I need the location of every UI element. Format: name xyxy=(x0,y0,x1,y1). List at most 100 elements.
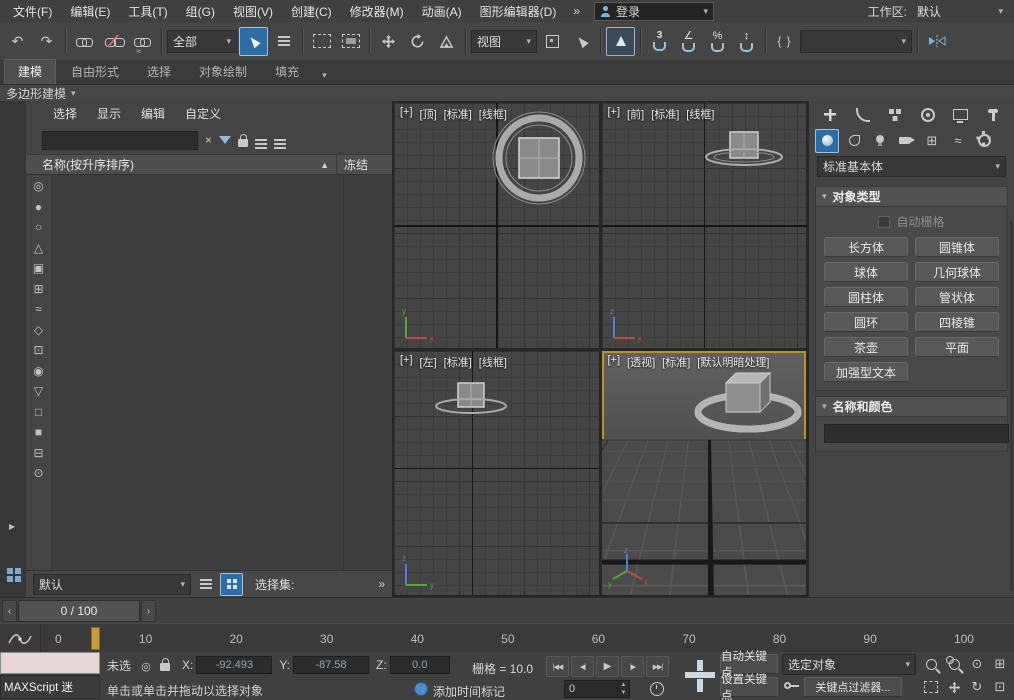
viewport-general-menu[interactable]: [+] xyxy=(608,354,621,370)
display-helpers-icon[interactable]: ⊞ xyxy=(30,281,47,297)
display-bones-icon[interactable]: ▽ xyxy=(30,383,47,399)
keyboard-shortcut-override-toggle[interactable] xyxy=(606,27,635,56)
reference-coordinate-dropdown[interactable]: 视图 ▾ xyxy=(471,30,537,53)
hierarchy-tab[interactable] xyxy=(884,104,906,126)
explorer-menu-display[interactable]: 显示 xyxy=(88,103,130,124)
display-hidden-icon[interactable]: ⊟ xyxy=(30,445,47,461)
box-button[interactable]: 长方体 xyxy=(824,237,908,257)
display-containers-icon[interactable]: □ xyxy=(30,404,47,420)
menu-graph-editors[interactable]: 图形编辑器(D) xyxy=(471,0,566,23)
lock-icon[interactable] xyxy=(238,139,248,147)
ribbon-tab-object-paint[interactable]: 对象绘制 xyxy=(186,60,260,84)
spinner-snap-toggle[interactable]: ↕ xyxy=(733,28,760,55)
viewport-pov-menu[interactable]: [前] xyxy=(627,106,644,122)
display-groups-icon[interactable]: ◇ xyxy=(30,322,47,338)
ribbon-tab-populate[interactable]: 填充 xyxy=(262,60,312,84)
viewport-left[interactable]: [+] [左] [标准] [线框] z y xyxy=(394,351,599,596)
menu-edit[interactable]: 编辑(E) xyxy=(61,0,119,23)
current-frame-marker[interactable] xyxy=(91,627,100,650)
explorer-column-header[interactable]: 名称(按升序排序) ▲ 冻结 xyxy=(26,154,392,175)
percent-snap-toggle[interactable]: % xyxy=(704,28,731,55)
spinner-up-icon[interactable]: ▲ xyxy=(618,681,629,689)
menu-modifiers[interactable]: 修改器(M) xyxy=(341,0,413,23)
named-selection-sets-dropdown[interactable]: ▾ xyxy=(800,30,912,53)
column-name-header[interactable]: 名称(按升序排序) xyxy=(42,156,320,173)
maximize-viewport-toggle[interactable]: ⊡ xyxy=(989,676,1011,698)
next-frame-arrow[interactable]: › xyxy=(141,600,156,622)
selection-filter-dropdown[interactable]: 全部 ▾ xyxy=(167,30,237,53)
go-to-end-button[interactable]: ▶▶| xyxy=(646,656,669,677)
display-all-icon[interactable]: ◎ xyxy=(30,178,47,194)
autogrid-checkbox[interactable] xyxy=(878,216,890,228)
workspace-dropdown[interactable]: 默认 ▾ xyxy=(912,3,1008,20)
object-type-rollout-header[interactable]: ▾ 对象类型 xyxy=(815,186,1008,207)
viewport-layout-button[interactable] xyxy=(4,563,23,587)
viewport-shading-menu[interactable]: [默认明暗处理] xyxy=(697,354,769,370)
viewport-top[interactable]: [+] [顶] [标准] [线框] y x xyxy=(394,103,599,348)
display-lights-icon[interactable]: △ xyxy=(30,240,47,256)
helpers-category-button[interactable]: ⊞ xyxy=(921,130,943,152)
viewport-front[interactable]: [+] [前] [标准] [线框] z x xyxy=(602,103,807,348)
display-children-icon[interactable]: ⊙ xyxy=(30,465,47,481)
viewport-general-menu[interactable]: [+] xyxy=(608,106,621,122)
mini-curve-editor-button[interactable] xyxy=(0,624,41,653)
viewport-general-menu[interactable]: [+] xyxy=(400,354,413,370)
explorer-preset-dropdown[interactable]: 默认 ▾ xyxy=(33,574,191,595)
display-frozen-icon[interactable]: ■ xyxy=(30,424,47,440)
ribbon-tab-selection[interactable]: 选择 xyxy=(134,60,184,84)
select-object-button[interactable] xyxy=(239,27,268,56)
select-by-name-button[interactable] xyxy=(270,28,297,55)
tube-button[interactable]: 管状体 xyxy=(915,287,999,307)
viewport-style-menu[interactable]: [标准] xyxy=(444,106,472,122)
selection-lock-icon[interactable] xyxy=(157,656,173,672)
display-cameras-icon[interactable]: ▣ xyxy=(30,260,47,276)
set-key-button[interactable]: 设置关键点 xyxy=(720,677,778,697)
frame-spinner[interactable]: ▲▼ xyxy=(617,681,629,697)
layout-flyout-arrow-icon[interactable]: ▶ xyxy=(9,522,15,531)
column-frozen-header[interactable]: 冻结 xyxy=(337,156,392,173)
zoom-all-button[interactable] xyxy=(943,653,965,675)
sort-by-layer-button[interactable] xyxy=(195,574,216,595)
primitive-category-dropdown[interactable]: 标准基本体 ▾ xyxy=(817,156,1006,177)
frame-number-input[interactable] xyxy=(565,683,617,695)
modify-tab[interactable] xyxy=(852,104,874,126)
z-coordinate-field[interactable]: 0.0 xyxy=(390,656,450,674)
edit-named-selection-sets-button[interactable]: { } xyxy=(771,28,798,55)
menu-tools[interactable]: 工具(T) xyxy=(119,0,176,23)
time-configuration-button[interactable] xyxy=(650,682,664,696)
viewport-pov-menu[interactable]: [左] xyxy=(420,354,437,370)
go-to-start-button[interactable]: |◀◀ xyxy=(546,656,569,677)
selected-filter-dropdown[interactable]: 选定对象 ▾ xyxy=(782,654,916,675)
maxscript-mini-listener[interactable] xyxy=(0,652,100,674)
display-xrefs-icon[interactable]: ⊡ xyxy=(30,342,47,358)
text-plus-button[interactable]: 加强型文本 xyxy=(824,362,908,382)
footer-overflow-chevron[interactable]: » xyxy=(378,577,385,591)
motion-tab[interactable] xyxy=(917,104,939,126)
orbit-button[interactable]: ↻ xyxy=(966,676,988,698)
lights-category-button[interactable] xyxy=(869,130,891,152)
cone-button[interactable]: 圆锥体 xyxy=(915,237,999,257)
select-and-link-button[interactable] xyxy=(71,28,98,55)
undo-button[interactable]: ↶ xyxy=(4,28,31,55)
layer-mode-icon[interactable] xyxy=(274,139,286,141)
viewport-pov-menu[interactable]: [透视] xyxy=(627,354,655,370)
previous-frame-button[interactable]: ◀| xyxy=(571,656,594,677)
x-coordinate-field[interactable]: -92.493 xyxy=(196,656,272,674)
create-tab[interactable] xyxy=(819,104,841,126)
menu-overflow-chevron[interactable]: » xyxy=(565,4,588,18)
hierarchy-mode-icon[interactable] xyxy=(255,139,267,141)
ribbon-options-button[interactable]: ▾ xyxy=(314,68,335,84)
geometry-category-button[interactable] xyxy=(815,129,839,153)
systems-category-button[interactable] xyxy=(973,130,995,152)
viewport-perspective[interactable]: [+] [透视] [标准] [默认明暗处理] z x y xyxy=(602,351,807,596)
menu-group[interactable]: 组(G) xyxy=(177,0,224,23)
menu-animation[interactable]: 动画(A) xyxy=(413,0,471,23)
display-space-warps-icon[interactable]: ≈ xyxy=(30,301,47,317)
menu-views[interactable]: 视图(V) xyxy=(224,0,282,23)
menu-create[interactable]: 创建(C) xyxy=(282,0,341,23)
cameras-category-button[interactable] xyxy=(895,130,917,152)
explorer-menu-select[interactable]: 选择 xyxy=(44,103,86,124)
pan-view-button[interactable] xyxy=(943,676,965,698)
display-tab[interactable] xyxy=(949,104,971,126)
spinner-down-icon[interactable]: ▼ xyxy=(618,689,629,697)
